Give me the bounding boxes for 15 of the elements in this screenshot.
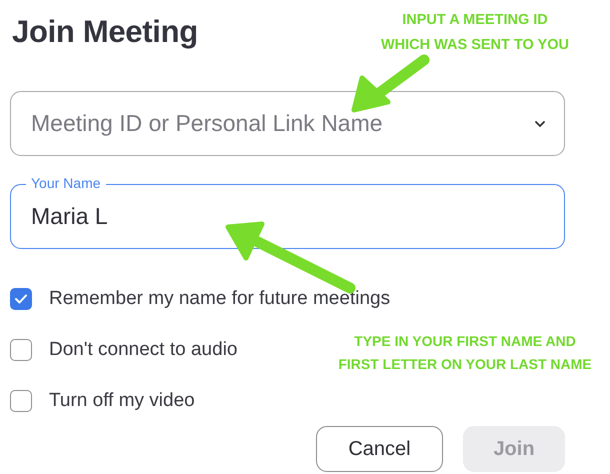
dialog-title: Join Meeting (12, 14, 198, 50)
cancel-button[interactable]: Cancel (316, 426, 443, 472)
checkbox-label: Turn off my video (49, 390, 195, 412)
checkbox[interactable] (10, 339, 32, 361)
field-label: Your Name (26, 175, 106, 191)
annotation-text: TYPE IN YOUR FIRST NAME AND FIRST LETTER ON YOUR LAST NAME (337, 332, 593, 374)
checkbox-label: Remember my name for future meetings (49, 288, 390, 310)
checkbox[interactable] (10, 288, 32, 310)
chevron-down-icon (534, 120, 546, 128)
checkbox[interactable] (10, 390, 32, 412)
checkbox-label: Don't connect to audio (49, 339, 238, 361)
annotation-text: INPUT A MEETING ID WHICH WAS SENT TO YOU (380, 11, 570, 55)
check-icon (14, 293, 28, 305)
meeting-id-field[interactable]: Meeting ID or Personal Link Name (31, 110, 534, 137)
meeting-id-dropdown[interactable]: Meeting ID or Personal Link Name (10, 91, 565, 156)
